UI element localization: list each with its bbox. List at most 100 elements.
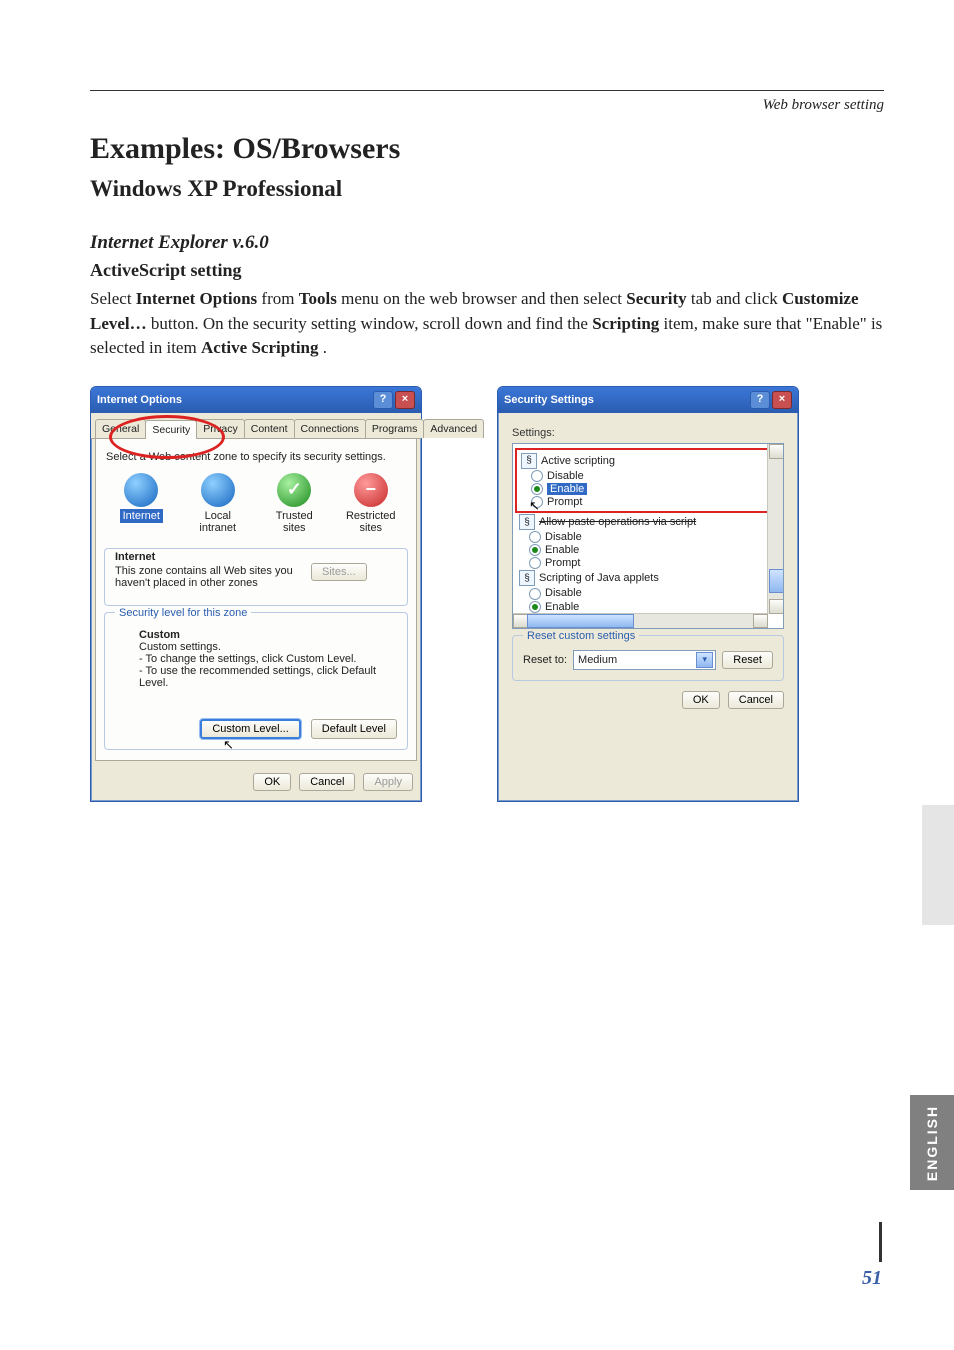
scrollbar-horizontal[interactable] (513, 613, 768, 628)
help-icon[interactable]: ? (750, 391, 770, 409)
tab-connections[interactable]: Connections (294, 419, 366, 438)
heading-h4: ActiveScript setting (90, 260, 884, 281)
script-icon: § (519, 514, 535, 530)
radio[interactable] (529, 588, 541, 600)
zone-description: This zone contains all Web sites you hav… (115, 565, 305, 589)
default-level-button[interactable]: Default Level (311, 719, 397, 739)
close-icon[interactable]: × (772, 391, 792, 409)
script-icon: § (519, 570, 535, 586)
page-number: 51 (862, 1267, 882, 1290)
tree-option[interactable]: Enable (545, 544, 579, 556)
chevron-down-icon[interactable]: ▾ (696, 652, 713, 668)
tree-option[interactable]: Enable (547, 483, 587, 495)
text-bold: Security (626, 289, 686, 308)
tree-option[interactable]: Prompt (545, 557, 580, 569)
tab-strip: General Security Privacy Content Connect… (91, 413, 421, 439)
legend: Security level for this zone (115, 607, 251, 619)
settings-listbox[interactable]: §Active scripting Disable Enable Prompt … (512, 443, 784, 629)
zone-trusted-sites[interactable]: ✓ Trusted sites (265, 473, 324, 534)
dialog-title: Internet Options (97, 394, 182, 406)
zone-name: Internet (115, 551, 397, 563)
zone-description-box: Internet This zone contains all Web site… (104, 548, 408, 606)
reset-to-combo[interactable]: Medium ▾ (573, 650, 716, 670)
zone-label: Trusted sites (276, 510, 313, 534)
text: tab and click (691, 289, 782, 308)
tab-content[interactable]: Content (244, 419, 295, 438)
scrollbar-thumb[interactable] (769, 569, 784, 593)
sites-button[interactable]: Sites... (311, 563, 367, 581)
zone-internet[interactable]: Internet (112, 473, 171, 534)
zone-instruction: Select a Web content zone to specify its… (106, 451, 408, 463)
tree-option[interactable]: Prompt (547, 496, 582, 508)
custom-level-button[interactable]: Custom Level... (200, 719, 300, 739)
text: button. On the security setting window, … (151, 314, 592, 333)
dialog-title: Security Settings (504, 394, 594, 406)
reset-to-label: Reset to: (523, 654, 567, 666)
text-bold: Active Scripting (201, 338, 319, 357)
security-level-box: Security level for this zone Custom Cust… (104, 612, 408, 750)
text-bold: Tools (299, 289, 337, 308)
tab-programs[interactable]: Programs (365, 419, 425, 438)
tree-option[interactable]: Disable (547, 470, 584, 482)
tree-option[interactable]: Disable (545, 531, 582, 543)
combo-value: Medium (578, 654, 617, 666)
radio-selected[interactable] (529, 544, 541, 556)
side-gray-tab (922, 805, 954, 925)
body-paragraph: Select Internet Options from Tools menu … (90, 287, 884, 361)
footer-divider (879, 1222, 882, 1262)
tree-head: Scripting of Java applets (539, 572, 659, 584)
text: menu on the web browser and then select (341, 289, 626, 308)
zone-label: Restricted sites (346, 510, 396, 534)
text: from (261, 289, 298, 308)
tree-option[interactable]: Enable (545, 601, 579, 613)
radio[interactable] (529, 557, 541, 569)
apply-button[interactable]: Apply (363, 773, 413, 791)
tab-advanced[interactable]: Advanced (423, 419, 484, 438)
check-circle-icon: ✓ (277, 473, 311, 507)
text-bold: Internet Options (136, 289, 257, 308)
ok-button[interactable]: OK (682, 691, 720, 709)
reset-custom-settings-box: Reset custom settings Reset to: Medium ▾… (512, 635, 784, 681)
radio[interactable] (531, 470, 543, 482)
reset-button[interactable]: Reset (722, 651, 773, 669)
heading-h1: Examples: OS/Browsers (90, 132, 884, 166)
zone-restricted-sites[interactable]: − Restricted sites (342, 473, 401, 534)
cancel-button[interactable]: Cancel (299, 773, 355, 791)
scrollbar-vertical[interactable] (767, 444, 783, 614)
radio-selected[interactable] (529, 601, 541, 613)
cursor-icon: ↖ (529, 498, 540, 514)
security-settings-dialog: Security Settings ? × Settings: § Active … (497, 386, 799, 802)
text: . (323, 338, 327, 357)
tab-security[interactable]: Security (145, 420, 197, 439)
annotation-red-box-active-scripting: §Active scripting Disable Enable Prompt … (515, 448, 781, 513)
zone-local-intranet[interactable]: Local intranet (189, 473, 248, 534)
radio-selected[interactable] (531, 483, 543, 495)
tab-general[interactable]: General (95, 419, 146, 438)
script-icon: § (521, 453, 537, 469)
zone-label: Local intranet (199, 510, 236, 534)
legend: Reset custom settings (523, 630, 639, 642)
zone-label: Internet (120, 509, 163, 523)
help-icon[interactable]: ? (373, 391, 393, 409)
custom-line: - To use the recommended settings, click… (139, 665, 397, 689)
text-bold: Scripting (592, 314, 659, 333)
globe-icon (124, 473, 158, 507)
custom-line: - To change the settings, click Custom L… (139, 653, 397, 665)
tree-option[interactable]: Disable (545, 587, 582, 599)
tree-head: Active scripting (541, 455, 615, 467)
custom-line: Custom settings. (139, 641, 397, 653)
ok-button[interactable]: OK (253, 773, 291, 791)
custom-head: Custom (139, 629, 397, 641)
text: Select (90, 289, 136, 308)
globe-icon (201, 473, 235, 507)
cancel-button[interactable]: Cancel (728, 691, 784, 709)
radio[interactable] (529, 531, 541, 543)
settings-label: Settings: (512, 427, 784, 439)
tree-head: Allow paste operations via script (539, 516, 696, 528)
tab-privacy[interactable]: Privacy (196, 419, 244, 438)
internet-options-dialog: Internet Options ? × General Security Pr… (90, 386, 422, 802)
minus-circle-icon: − (354, 473, 388, 507)
language-tab: ENGLISH (910, 1095, 954, 1190)
close-icon[interactable]: × (395, 391, 415, 409)
scrollbar-thumb[interactable] (527, 614, 634, 628)
